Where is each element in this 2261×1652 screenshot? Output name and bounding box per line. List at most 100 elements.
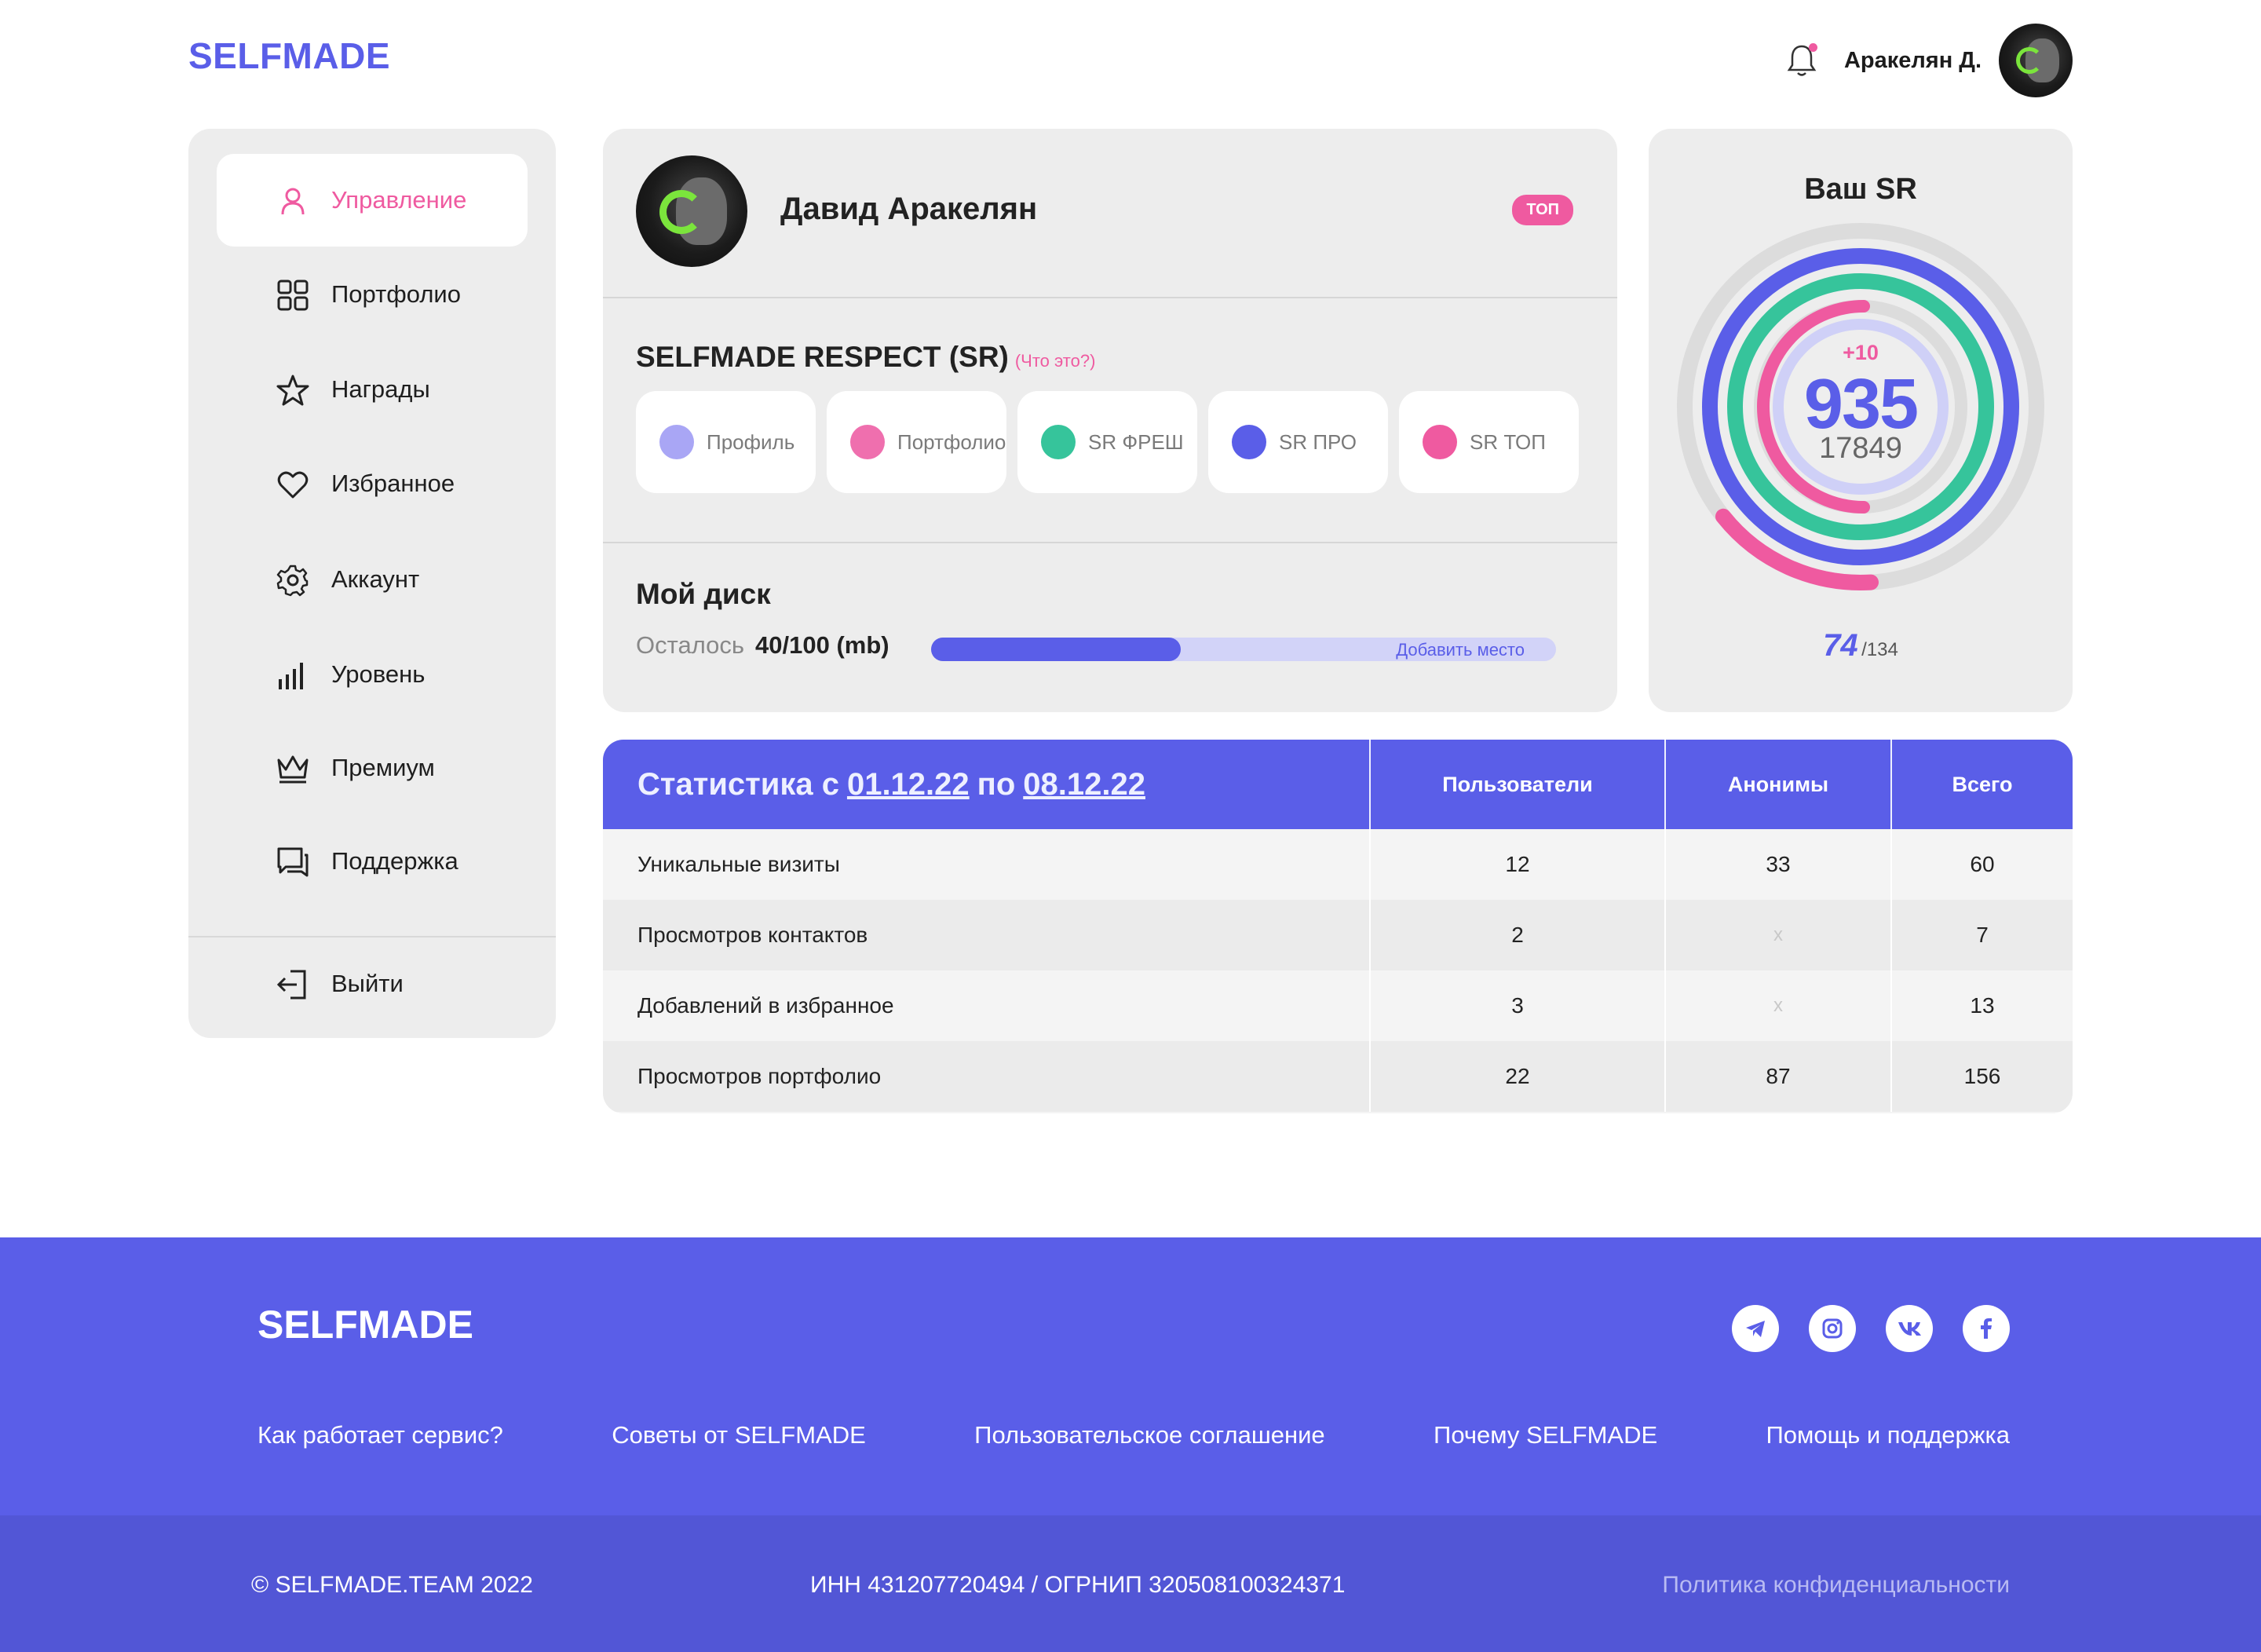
sr-rank-total: /134 — [1861, 639, 1898, 660]
status-badge: ТОП — [1512, 195, 1573, 225]
sidebar-item-management[interactable]: Управление — [217, 154, 528, 247]
telegram-icon[interactable] — [1732, 1305, 1779, 1352]
footer-link-help[interactable]: Помощь и поддержка — [1766, 1421, 2011, 1449]
cell-total: 60 — [1970, 852, 1995, 876]
footer-link-agreement[interactable]: Пользовательское соглашение — [974, 1421, 1325, 1449]
sr-card: Ваш SR +10 935 17849 74 /134 — [1649, 129, 2073, 712]
dot-icon — [659, 425, 694, 459]
footer-link-how-it-works[interactable]: Как работает сервис? — [258, 1421, 503, 1449]
sidebar-item-label: Избранное — [331, 470, 455, 497]
sidebar-item-level[interactable]: Уровень — [217, 628, 528, 721]
sr-section-title: SELFMADE RESPECT (SR) (Что это?) — [636, 341, 1095, 374]
grid-icon — [277, 280, 309, 311]
disk-progress-fill — [931, 638, 1182, 661]
user-name[interactable]: Аракелян Д. — [1844, 48, 1982, 74]
sidebar-item-account[interactable]: Аккаунт — [217, 533, 528, 626]
facebook-icon[interactable] — [1963, 1305, 2010, 1352]
table-header: Статистика с 01.12.22 по 08.12.22 Пользо… — [603, 740, 2073, 829]
cell-users: 2 — [1371, 900, 1666, 970]
disk-usage: Осталось 40/100 (mb) — [636, 631, 889, 660]
cell-users: 3 — [1371, 970, 1666, 1041]
footer-logo[interactable]: SELFMADE — [258, 1302, 473, 1347]
sr-rank: 74 /134 — [1649, 628, 2073, 663]
table-row: Просмотров портфолио 22 87 156 — [603, 1041, 2073, 1112]
row-label: Просмотров портфолио — [603, 1041, 1371, 1112]
chip-sr-top[interactable]: SR ТОП — [1399, 391, 1579, 493]
cell-total: 7 — [1976, 923, 1989, 947]
subfooter: © SELFMADE.TEAM 2022 ИНН 431207720494 / … — [0, 1515, 2261, 1652]
chip-label: Портфолио — [897, 429, 1006, 454]
sidebar-item-support[interactable]: Поддержка — [217, 815, 528, 908]
stats-table: Статистика с 01.12.22 по 08.12.22 Пользо… — [603, 740, 2073, 1113]
cell-users: 12 — [1371, 829, 1666, 900]
date-to-link[interactable]: 08.12.22 — [1023, 767, 1145, 802]
divider — [603, 297, 1617, 298]
sr-delta: +10 — [1843, 341, 1879, 364]
row-label: Просмотров контактов — [603, 900, 1371, 970]
instagram-icon[interactable] — [1809, 1305, 1856, 1352]
user-icon — [281, 188, 305, 215]
social-links — [1732, 1305, 2010, 1352]
chip-label: SR ПРО — [1279, 429, 1357, 454]
chip-portfolio[interactable]: Портфолио — [827, 391, 1006, 493]
table-row: Добавлений в избранное 3 x 13 — [603, 970, 2073, 1041]
notification-bell-icon[interactable] — [1786, 43, 1817, 78]
notification-dot — [1808, 43, 1817, 52]
sidebar-item-label: Награды — [331, 375, 430, 403]
chip-sr-pro[interactable]: SR ПРО — [1208, 391, 1388, 493]
disk-value: 40/100 (mb) — [755, 631, 889, 659]
chip-profile[interactable]: Профиль — [636, 391, 816, 493]
disk-title: Мой диск — [636, 578, 771, 610]
footer: SELFMADE Как работает сервис? Советы от … — [0, 1237, 2261, 1515]
dot-icon — [850, 425, 885, 459]
sidebar-item-premium[interactable]: Премиум — [217, 722, 528, 814]
add-space-button[interactable]: Добавить место — [1396, 640, 1525, 660]
sidebar-item-label: Уровень — [331, 660, 426, 688]
cell-total: 13 — [1970, 993, 1995, 1018]
date-from-link[interactable]: 01.12.22 — [847, 767, 970, 802]
sidebar-item-label: Портфолио — [331, 280, 461, 308]
logout-icon — [276, 970, 306, 1000]
sr-total: 17849 — [1819, 432, 1902, 465]
copyright: © SELFMADE.TEAM 2022 — [251, 1572, 533, 1598]
dot-icon — [1423, 425, 1457, 459]
gear-icon — [276, 565, 309, 597]
cell-users: 22 — [1371, 1041, 1666, 1112]
column-header: Всего — [1952, 772, 2013, 796]
avatar[interactable] — [1999, 24, 2073, 97]
sidebar-item-awards[interactable]: Награды — [217, 343, 528, 436]
chip-sr-fresh[interactable]: SR ФРЕШ — [1017, 391, 1197, 493]
sr-rank-value: 74 — [1823, 628, 1858, 663]
dot-icon — [1041, 425, 1076, 459]
sr-chips: Профиль Портфолио SR ФРЕШ SR ПРО SR ТОП — [636, 391, 1579, 493]
row-label: Добавлений в избранное — [603, 970, 1371, 1041]
cell-anon: x — [1666, 900, 1892, 970]
row-label: Уникальные визиты — [603, 829, 1371, 900]
sidebar-item-favorites[interactable]: Избранное — [217, 437, 528, 530]
footer-link-why[interactable]: Почему SELFMADE — [1434, 1421, 1657, 1449]
crown-icon — [277, 755, 309, 784]
logo[interactable]: SELFMADE — [188, 35, 390, 77]
dot-icon — [1232, 425, 1266, 459]
logout-label: Выйти — [331, 970, 404, 997]
sr-card-title: Ваш SR — [1804, 173, 1917, 206]
profile-name: Давид Аракелян — [780, 192, 1038, 226]
footer-link-tips[interactable]: Советы от SELFMADE — [612, 1421, 866, 1449]
profile-avatar[interactable] — [636, 155, 747, 267]
table-row: Уникальные визиты 12 33 60 — [603, 829, 2073, 900]
divider — [603, 542, 1617, 543]
sr-info-link[interactable]: (Что это?) — [1015, 351, 1096, 371]
disk-progress-bar: Добавить место — [931, 638, 1556, 661]
sr-title-text: SELFMADE RESPECT (SR) — [636, 341, 1009, 373]
logout-button[interactable]: Выйти — [217, 937, 528, 1030]
privacy-policy-link[interactable]: Политика конфиденциальности — [1662, 1572, 2010, 1599]
sidebar: Управление Портфолио Награды Избранное А… — [188, 129, 556, 1038]
chip-label: SR ФРЕШ — [1088, 429, 1184, 454]
stats-title-mid: по — [977, 766, 1016, 802]
vk-icon[interactable] — [1886, 1305, 1933, 1352]
chat-icon — [277, 847, 309, 877]
sidebar-item-label: Аккаунт — [331, 565, 420, 593]
sidebar-item-portfolio[interactable]: Портфолио — [217, 248, 528, 341]
heart-icon — [277, 471, 309, 499]
cell-anon: x — [1666, 970, 1892, 1041]
